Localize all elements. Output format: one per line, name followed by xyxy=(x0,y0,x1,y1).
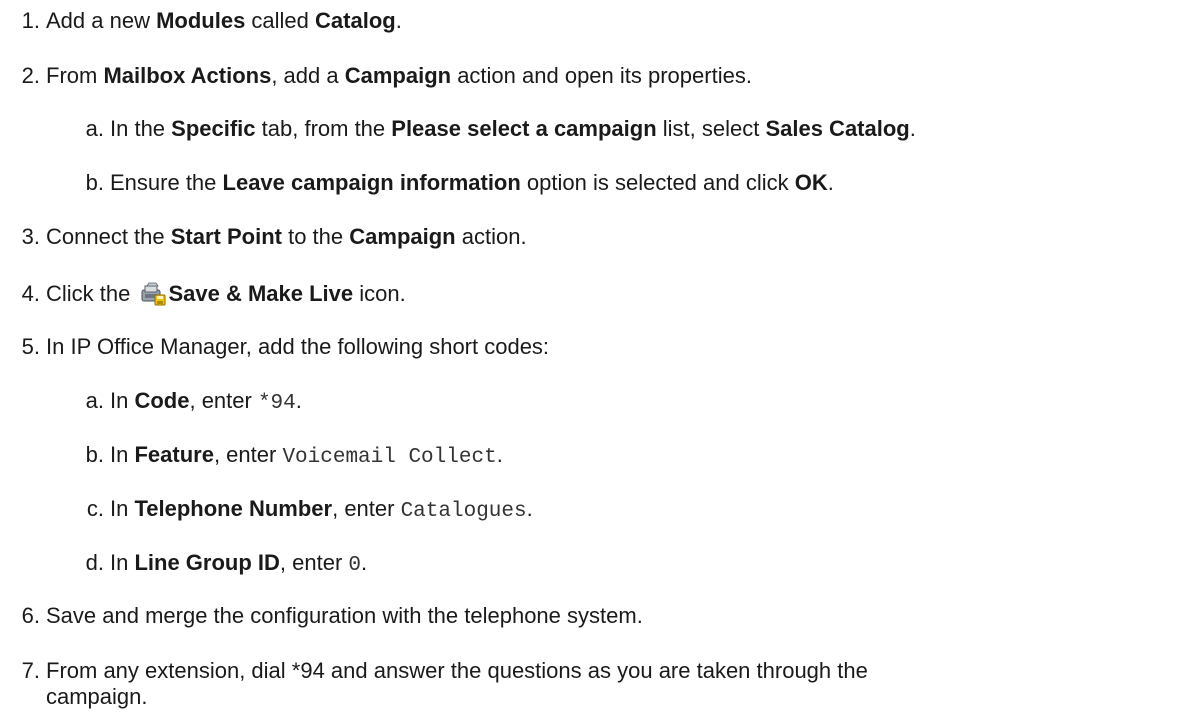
step-5d: d. In Line Group ID, enter 0. xyxy=(85,550,368,577)
step-2b: b. Ensure the Leave campaign information … xyxy=(85,170,834,195)
step-2a: a. In the Specific tab, from the Please s… xyxy=(85,116,916,141)
step-5b: b. In Feature, enter Voicemail Collect. xyxy=(85,442,503,469)
step-1: 1. Add a new Modules called Catalog. xyxy=(21,8,402,33)
step-4: 4. Click the Save & Make Live icon. xyxy=(21,280,406,306)
step-7-continuation: campaign. xyxy=(46,684,148,709)
step-6: 6. Save and merge the configuration with … xyxy=(21,603,643,628)
step-5a: a. In Code, enter *94. xyxy=(85,388,302,415)
step-5c: c. In Telephone Number, enter Catalogues. xyxy=(86,496,533,523)
save-make-live-icon xyxy=(140,280,166,306)
instruction-document: 1. Add a new Modules called Catalog. 2. Fr… xyxy=(0,0,1195,713)
step-5: 5. In IP Office Manager, add the followin… xyxy=(21,334,550,359)
step-7: 7. From any extension, dial *94 and answe… xyxy=(21,658,868,683)
step-2: 2. From Mailbox Actions, add a Campaign a… xyxy=(21,63,752,88)
step-3: 3. Connect the Start Point to the Campaig… xyxy=(21,224,527,249)
